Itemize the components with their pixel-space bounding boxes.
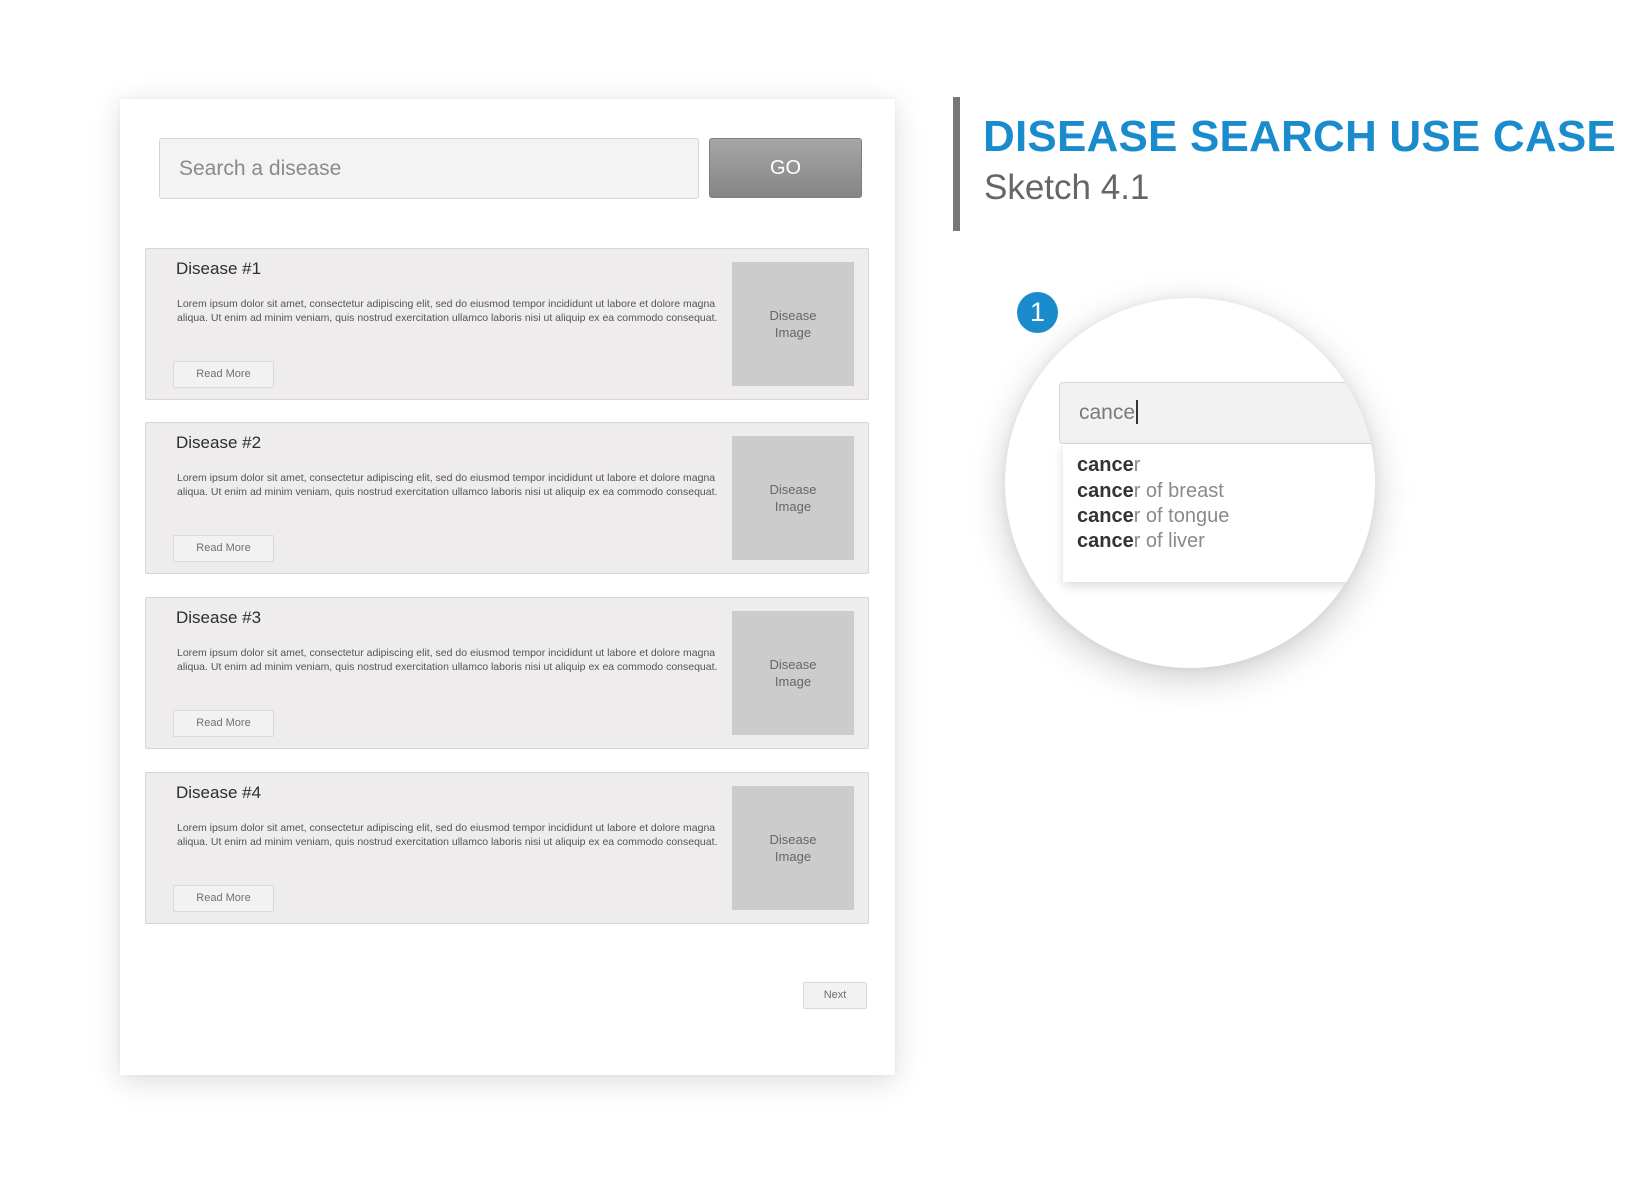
canvas: GO Disease #1 Lorem ipsum dolor sit amet… — [0, 0, 1630, 1179]
suggestion-rest: r of breast — [1133, 480, 1224, 502]
typed-text: cance — [1079, 401, 1136, 424]
text-caret — [1136, 400, 1138, 424]
disease-description: Lorem ipsum dolor sit amet, consectetur … — [177, 822, 718, 848]
suggestion-item[interactable]: cancer of breast — [1077, 480, 1224, 503]
suggestion-item[interactable]: cancer of liver — [1077, 530, 1205, 553]
page-subtitle: Sketch 4.1 — [984, 168, 1150, 207]
title-accent-bar — [953, 97, 960, 231]
read-more-button[interactable]: Read More — [173, 710, 274, 737]
disease-title: Disease #3 — [176, 608, 262, 627]
disease-image-placeholder: Disease Image — [732, 611, 854, 735]
go-button[interactable]: GO — [709, 138, 862, 198]
suggestion-item[interactable]: cancer of tongue — [1077, 505, 1229, 528]
disease-card: Disease #1 Lorem ipsum dolor sit amet, c… — [145, 248, 869, 400]
read-more-button[interactable]: Read More — [173, 361, 274, 388]
disease-title: Disease #4 — [176, 783, 262, 802]
autocomplete-input[interactable]: cance — [1059, 382, 1375, 444]
suggestion-dropdown: cancer cancer of breast cancer of tongue… — [1063, 444, 1375, 582]
suggestion-match: cance — [1077, 530, 1134, 552]
next-page-button[interactable]: Next — [803, 982, 867, 1009]
page-title: DISEASE SEARCH USE CASE — [983, 112, 1616, 161]
suggestion-rest: r of tongue — [1133, 505, 1230, 527]
disease-title: Disease #2 — [176, 433, 262, 452]
mockup-page: GO Disease #1 Lorem ipsum dolor sit amet… — [120, 99, 895, 1075]
disease-description: Lorem ipsum dolor sit amet, consectetur … — [177, 472, 718, 498]
disease-image-label: Disease Image — [769, 308, 817, 340]
suggestion-match: cance — [1077, 480, 1134, 502]
disease-image-label: Disease Image — [769, 832, 817, 864]
disease-image-label: Disease Image — [769, 482, 817, 514]
disease-title: Disease #1 — [176, 259, 262, 278]
disease-card: Disease #3 Lorem ipsum dolor sit amet, c… — [145, 597, 869, 749]
suggestion-match: cance — [1077, 454, 1134, 476]
disease-card: Disease #2 Lorem ipsum dolor sit amet, c… — [145, 422, 869, 574]
disease-card: Disease #4 Lorem ipsum dolor sit amet, c… — [145, 772, 869, 924]
search-input[interactable] — [159, 138, 699, 199]
read-more-button[interactable]: Read More — [173, 535, 274, 562]
step-number-badge: 1 — [1017, 292, 1058, 333]
suggestion-rest: r — [1133, 454, 1141, 476]
disease-image-placeholder: Disease Image — [732, 786, 854, 910]
suggestion-match: cance — [1077, 505, 1134, 527]
suggestion-item[interactable]: cancer — [1077, 454, 1140, 477]
read-more-button[interactable]: Read More — [173, 885, 274, 912]
disease-description: Lorem ipsum dolor sit amet, consectetur … — [177, 298, 718, 324]
disease-image-placeholder: Disease Image — [732, 436, 854, 560]
disease-image-label: Disease Image — [769, 657, 817, 689]
disease-image-placeholder: Disease Image — [732, 262, 854, 386]
suggestion-rest: r of liver — [1133, 530, 1205, 552]
magnified-autocomplete-view: cance cancer cancer of breast cancer of … — [1005, 298, 1375, 668]
disease-description: Lorem ipsum dolor sit amet, consectetur … — [177, 647, 718, 673]
